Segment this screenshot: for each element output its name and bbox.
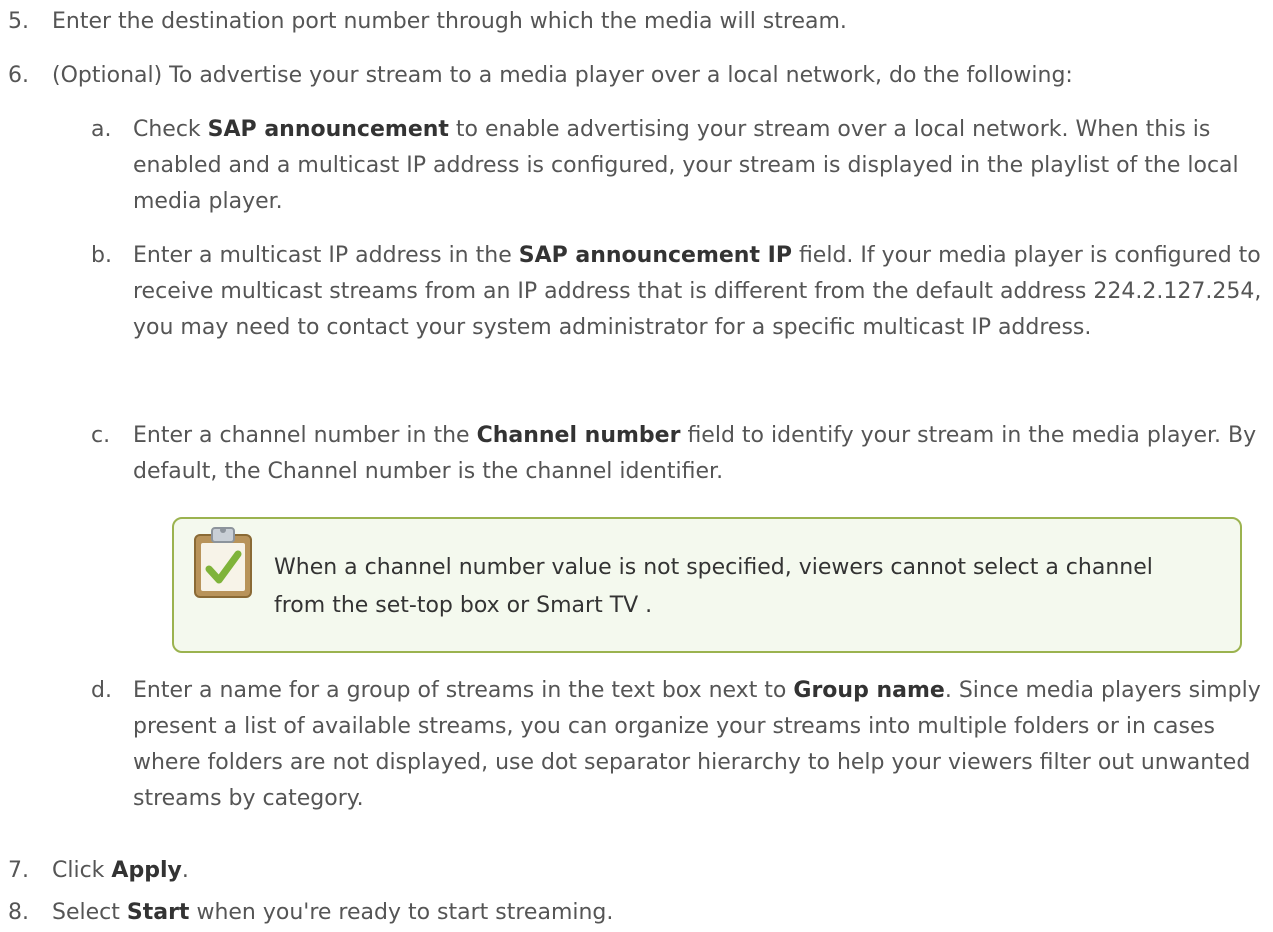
- step-text: Click Apply.: [52, 858, 189, 883]
- step-number: 6.: [8, 63, 29, 88]
- substep-text: Enter a name for a group of streams in t…: [133, 678, 1261, 811]
- ui-term: SAP announcement: [207, 117, 449, 142]
- substep-text: Check SAP announcement to enable adverti…: [133, 117, 1239, 214]
- ui-term: Apply: [111, 858, 182, 883]
- step-text: (Optional) To advertise your stream to a…: [52, 63, 1073, 88]
- ui-term: Start: [126, 900, 190, 925]
- substep-text: Enter a multicast IP address in the SAP …: [133, 243, 1262, 340]
- document-page: 5. Enter the destination port number thr…: [0, 0, 1273, 932]
- substep-letter: d.: [91, 678, 112, 703]
- substep-letter: a.: [91, 117, 112, 142]
- ui-term: Group name: [793, 678, 945, 703]
- step-number: 7.: [8, 858, 29, 883]
- substep-letter: c.: [91, 423, 111, 448]
- substep-letter: b.: [91, 243, 112, 268]
- note-box: When a channel number value is not speci…: [172, 517, 1242, 653]
- step-text: Select Start when you're ready to start …: [52, 900, 614, 925]
- ui-term: SAP announcement IP: [518, 243, 792, 268]
- step-number: 8.: [8, 900, 29, 925]
- step-text: Enter the destination port number throug…: [52, 9, 847, 34]
- step-number: 5.: [8, 9, 29, 34]
- note-text: When a channel number value is not speci…: [274, 555, 1153, 618]
- substep-text: Enter a channel number in the Channel nu…: [133, 423, 1257, 484]
- clipboard-check-icon: [192, 523, 254, 599]
- ui-term: Channel number: [476, 423, 681, 448]
